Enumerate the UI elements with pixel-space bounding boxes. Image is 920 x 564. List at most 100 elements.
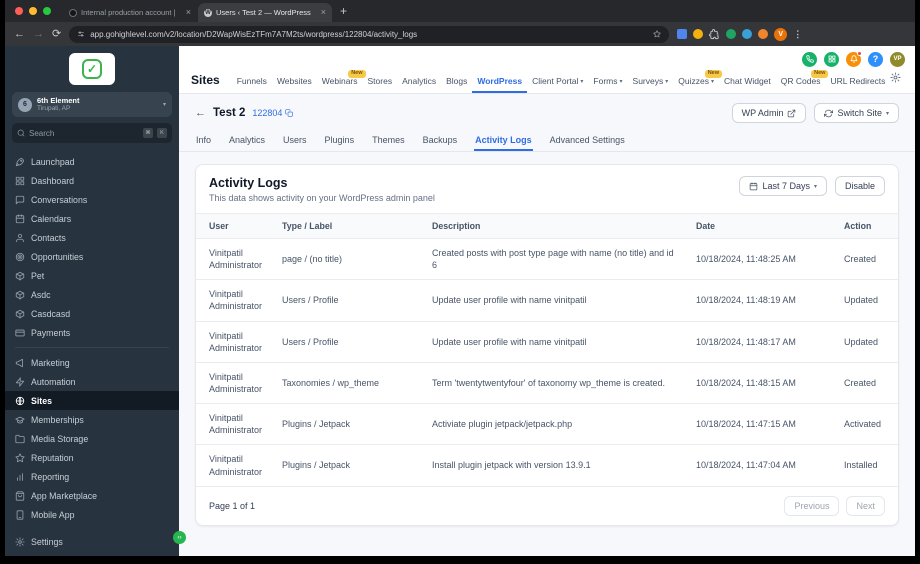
forward-icon[interactable]: →: [33, 28, 44, 40]
address-bar[interactable]: app.gohighlevel.com/v2/location/D2WapWis…: [69, 25, 670, 43]
tab-activity-logs[interactable]: Activity Logs: [474, 130, 533, 151]
window-zoom-button[interactable]: [43, 7, 51, 15]
page-subtitle: This data shows activity on your WordPre…: [209, 193, 435, 203]
browser-tab-internal-account[interactable]: Internal production account | ×: [63, 3, 197, 22]
action-cell: Installed: [834, 444, 898, 487]
nav-item-analytics[interactable]: Analytics: [397, 76, 441, 93]
tab-close-icon[interactable]: ×: [321, 8, 326, 17]
sidebar-search[interactable]: ⌘ K: [12, 123, 172, 143]
wp-admin-button[interactable]: WP Admin: [731, 103, 807, 123]
nav-item-quizzes[interactable]: Quizzes ▾ New: [673, 70, 722, 93]
agency-logo[interactable]: ✓: [69, 53, 115, 85]
sidebar-collapse-badge[interactable]: ‹›: [173, 531, 186, 544]
tab-backups[interactable]: Backups: [422, 130, 459, 151]
sidebar-item-automation[interactable]: Automation: [5, 372, 179, 391]
nav-item-url-redirects[interactable]: URL Redirects: [825, 76, 890, 93]
sidebar-item-dashboard[interactable]: Dashboard: [5, 171, 179, 190]
browser-tab-wordpress[interactable]: W Users ‹ Test 2 — WordPress ×: [198, 3, 332, 22]
copy-icon[interactable]: [285, 109, 294, 117]
sidebar-item-sites[interactable]: Sites: [5, 391, 179, 410]
location-avatar: 6: [18, 97, 32, 112]
calendar-icon: [15, 213, 25, 223]
sidebar-item-calendars[interactable]: Calendars: [5, 209, 179, 228]
sidebar-item-settings[interactable]: Settings: [5, 532, 179, 551]
sidebar-item-asdc[interactable]: Asdc: [5, 285, 179, 304]
k-keycap: K: [157, 128, 167, 138]
date-range-filter[interactable]: Last 7 Days ▾: [739, 176, 827, 196]
extension-icon[interactable]: [758, 29, 769, 39]
megaphone-icon: [15, 358, 23, 367]
sidebar-item-pet[interactable]: Pet: [5, 266, 179, 285]
bookmark-star-icon[interactable]: [653, 30, 661, 38]
sidebar-item-conversations[interactable]: Conversations: [5, 190, 179, 209]
search-input[interactable]: [29, 128, 139, 138]
tab-themes[interactable]: Themes: [371, 130, 406, 151]
sidebar-item-contacts[interactable]: Contacts: [5, 228, 179, 247]
tab-plugins[interactable]: Plugins: [324, 130, 356, 151]
nav-item-websites[interactable]: Websites: [272, 76, 317, 93]
apps-icon[interactable]: [824, 51, 839, 67]
nav-item-funnels[interactable]: Funnels: [232, 76, 272, 93]
extension-icon[interactable]: [693, 29, 704, 39]
extension-icon[interactable]: [677, 29, 688, 39]
sidebar-item-launchpad[interactable]: Launchpad: [5, 152, 179, 171]
nav-item-webinars[interactable]: Webinars New: [317, 70, 366, 93]
phone-icon[interactable]: [802, 51, 817, 67]
sidebar-item-opportunities[interactable]: Opportunities: [5, 247, 179, 266]
nav-item-blogs[interactable]: Blogs: [441, 76, 472, 93]
browser-menu-icon[interactable]: ⋮: [793, 29, 802, 40]
sidebar-item-label: Marketing: [31, 357, 70, 368]
site-id[interactable]: 122804: [252, 108, 294, 118]
back-icon[interactable]: ←: [14, 28, 25, 40]
nav-item-chat-widget[interactable]: Chat Widget: [719, 76, 776, 93]
description-cell: Update user profile with name vinitpatil: [422, 279, 686, 322]
nav-item-forms[interactable]: Forms ▾: [588, 76, 627, 93]
tab-close-icon[interactable]: ×: [186, 8, 191, 17]
extension-icon[interactable]: [742, 29, 753, 39]
sidebar-item-marketing[interactable]: Marketing: [5, 353, 179, 372]
notifications-bell-icon[interactable]: [846, 50, 862, 67]
nav-item-qr-codes[interactable]: QR Codes New: [776, 70, 829, 93]
sites-settings-gear-icon[interactable]: [890, 70, 901, 93]
reload-icon[interactable]: ⟳: [52, 28, 61, 40]
sidebar-item-casdcasd[interactable]: Casdcasd: [5, 304, 179, 323]
sidebar-item-reputation[interactable]: Reputation: [5, 448, 179, 467]
tab-analytics[interactable]: Analytics: [228, 130, 266, 151]
extension-icon[interactable]: [726, 29, 737, 39]
user-name: Vinitpatil: [209, 371, 243, 382]
date-cell: 10/18/2024, 11:47:15 AM: [686, 403, 834, 446]
window-close-button[interactable]: [15, 7, 23, 15]
nav-label: Forms: [593, 76, 618, 86]
nav-item-wordpress[interactable]: WordPress: [472, 76, 528, 93]
previous-button[interactable]: Previous: [784, 495, 840, 516]
sidebar-item-memberships[interactable]: Memberships: [5, 410, 179, 429]
url-text: app.gohighlevel.com/v2/location/D2WapWis…: [90, 29, 418, 39]
nav-item-surveys[interactable]: Surveys ▾: [628, 76, 674, 93]
extensions-puzzle-icon[interactable]: [709, 28, 720, 40]
sidebar-item-media-storage[interactable]: Media Storage: [5, 429, 179, 448]
disable-button[interactable]: Disable: [834, 176, 885, 196]
nav-item-stores[interactable]: Stores: [363, 76, 398, 93]
tab-info[interactable]: Info: [195, 130, 212, 151]
graduation-cap-icon: [15, 416, 25, 423]
site-info-icon[interactable]: [77, 30, 85, 38]
new-tab-button[interactable]: +: [340, 5, 347, 17]
help-icon[interactable]: ?: [868, 51, 883, 67]
nav-item-client-portal[interactable]: Client Portal ▾: [527, 76, 588, 93]
location-switcher[interactable]: 6 6th Element Tirupati, AP ▾: [12, 92, 172, 117]
window-minimize-button[interactable]: [29, 7, 37, 15]
sidebar-item-mobile-app[interactable]: Mobile App: [5, 505, 179, 524]
user-avatar[interactable]: VP: [890, 51, 905, 67]
browser-profile-avatar[interactable]: V: [774, 27, 788, 41]
back-arrow-icon[interactable]: ←: [195, 107, 206, 119]
sidebar-item-payments[interactable]: Payments: [5, 323, 179, 342]
switch-site-button[interactable]: Switch Site ▾: [814, 103, 899, 123]
sidebar-item-label: Contacts: [31, 232, 66, 243]
next-button[interactable]: Next: [846, 495, 885, 516]
cube-icon: [15, 309, 25, 319]
smartphone-icon: [16, 509, 24, 520]
sidebar-item-app-marketplace[interactable]: App Marketplace: [5, 486, 179, 505]
tab-advanced-settings[interactable]: Advanced Settings: [549, 130, 626, 151]
tab-users[interactable]: Users: [282, 130, 308, 151]
sidebar-item-reporting[interactable]: Reporting: [5, 467, 179, 486]
